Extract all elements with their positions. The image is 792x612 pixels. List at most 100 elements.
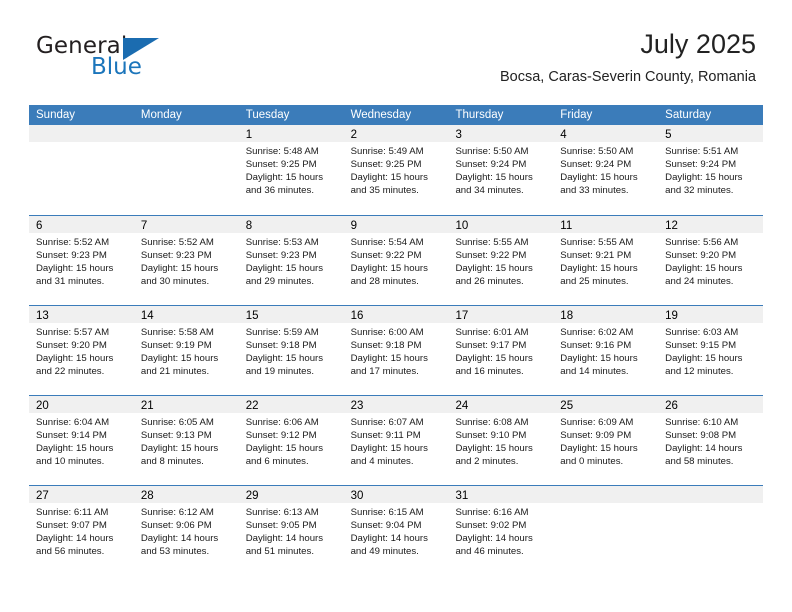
day-sun-info: Sunrise: 5:56 AM Sunset: 9:20 PM Daylight:… [658, 233, 763, 289]
day-sun-info: Sunrise: 6:02 AM Sunset: 9:16 PM Daylight:… [553, 323, 658, 379]
day-number: 2 [350, 129, 357, 141]
day-info-line: Daylight: 15 hours [245, 262, 324, 274]
day-cell-31[interactable]: 31 Sunrise: 6:16 AM Sunset: 9:02 PM Dayligh… [448, 486, 554, 575]
day-cell-18[interactable]: 18 Sunrise: 6:02 AM Sunset: 9:16 PM Dayligh… [553, 306, 659, 395]
day-cell-4[interactable]: 4 Sunrise: 5:50 AM Sunset: 9:24 PM Daylight… [553, 125, 659, 215]
day-cell-11[interactable]: 11 Sunrise: 5:55 AM Sunset: 9:21 PM Dayligh… [553, 216, 659, 305]
day-number-band: 14 [133, 306, 239, 323]
day-cell-8[interactable]: 8 Sunrise: 5:53 AM Sunset: 9:23 PM Daylight… [238, 216, 344, 305]
day-info-line: and 26 minutes. [455, 275, 524, 287]
day-number-band [553, 486, 659, 503]
day-info-line: Daylight: 15 hours [560, 442, 638, 454]
day-number-band: 25 [553, 396, 659, 413]
day-info-line: Sunrise: 5:48 AM [245, 146, 319, 157]
day-number: 27 [36, 490, 49, 502]
day-number-band: 4 [553, 125, 659, 142]
day-cell-16[interactable]: 16 Sunrise: 6:00 AM Sunset: 9:18 PM Dayligh… [343, 306, 449, 395]
day-number-band: 8 [238, 216, 344, 233]
day-number: 26 [665, 400, 678, 412]
day-cell-30[interactable]: 30 Sunrise: 6:15 AM Sunset: 9:04 PM Dayligh… [343, 486, 449, 575]
day-cell-5[interactable]: 5 Sunrise: 5:51 AM Sunset: 9:24 PM Daylight… [658, 125, 764, 215]
weekday-header-friday: Friday [560, 109, 593, 121]
day-number-band: 18 [553, 306, 659, 323]
day-cell-9[interactable]: 9 Sunrise: 5:54 AM Sunset: 9:22 PM Daylight… [343, 216, 449, 305]
logo-blue-text: Blue [91, 54, 142, 80]
day-info-line: and 4 minutes. [350, 455, 414, 467]
day-number: 29 [245, 490, 259, 502]
day-number-band [29, 125, 134, 142]
day-info-line: Sunset: 9:21 PM [560, 249, 632, 261]
day-cell-13[interactable]: 13 Sunrise: 5:57 AM Sunset: 9:20 PM Dayligh… [29, 306, 134, 395]
day-cell-20[interactable]: 20 Sunrise: 6:04 AM Sunset: 9:14 PM Dayligh… [29, 396, 134, 485]
day-number: 1 [245, 129, 253, 141]
day-info-line: Sunrise: 6:05 AM [140, 417, 214, 428]
day-info-line: and 17 minutes. [350, 365, 419, 377]
title-block: July 2025 Bocsa, Caras-Severin County, R… [500, 28, 756, 86]
day-info-line: and 33 minutes. [560, 184, 629, 196]
day-number-band: 1 [238, 125, 344, 142]
day-number-band: 13 [29, 306, 134, 323]
day-number: 10 [455, 220, 469, 232]
day-cell-12[interactable]: 12 Sunrise: 5:56 AM Sunset: 9:20 PM Dayligh… [658, 216, 764, 305]
day-info-line: Daylight: 15 hours [455, 171, 533, 183]
day-number-band: 10 [448, 216, 554, 233]
day-number: 19 [665, 310, 678, 322]
weekday-header-monday: Monday [140, 109, 182, 121]
day-cell-25[interactable]: 25 Sunrise: 6:09 AM Sunset: 9:09 PM Dayligh… [553, 396, 659, 485]
day-sun-info: Sunrise: 6:09 AM Sunset: 9:09 PM Daylight:… [553, 413, 658, 469]
day-info-line: Sunrise: 5:50 AM [455, 146, 529, 157]
day-cell-6[interactable]: 6 Sunrise: 5:52 AM Sunset: 9:23 PM Daylight… [29, 216, 134, 305]
day-number-band [658, 486, 764, 503]
day-info-line: Daylight: 15 hours [350, 442, 428, 454]
day-info-line: Sunrise: 6:16 AM [455, 507, 529, 518]
day-number-band: 23 [343, 396, 449, 413]
weekday-header-tuesday: Tuesday [245, 109, 290, 121]
day-info-line: Daylight: 14 hours [350, 532, 428, 544]
day-info-line: Sunrise: 5:55 AM [560, 237, 634, 248]
day-info-line: Sunset: 9:20 PM [36, 339, 107, 351]
day-number-band: 29 [238, 486, 344, 503]
day-cell-24[interactable]: 24 Sunrise: 6:08 AM Sunset: 9:10 PM Dayligh… [448, 396, 554, 485]
day-info-line: and 46 minutes. [455, 545, 524, 557]
day-info-line: and 30 minutes. [140, 275, 210, 287]
day-cell-14[interactable]: 14 Sunrise: 5:58 AM Sunset: 9:19 PM Dayligh… [133, 306, 239, 395]
day-number-band: 3 [448, 125, 554, 142]
day-info-line: and 2 minutes. [455, 455, 519, 467]
day-cell-7[interactable]: 7 Sunrise: 5:52 AM Sunset: 9:23 PM Daylight… [133, 216, 239, 305]
day-cell-22[interactable]: 22 Sunrise: 6:06 AM Sunset: 9:12 PM Dayligh… [238, 396, 344, 485]
day-cell-28[interactable]: 28 Sunrise: 6:12 AM Sunset: 9:06 PM Dayligh… [133, 486, 239, 575]
day-cell-23[interactable]: 23 Sunrise: 6:07 AM Sunset: 9:11 PM Dayligh… [343, 396, 449, 485]
day-info-line: Sunset: 9:09 PM [560, 429, 632, 441]
day-info-line: Daylight: 15 hours [140, 442, 219, 454]
day-cell-15[interactable]: 15 Sunrise: 5:59 AM Sunset: 9:18 PM Dayligh… [238, 306, 344, 395]
day-info-line: Sunset: 9:15 PM [665, 339, 737, 351]
day-cell-10[interactable]: 10 Sunrise: 5:55 AM Sunset: 9:22 PM Dayligh… [448, 216, 554, 305]
weekday-header-sunday: Sunday [36, 109, 76, 121]
day-info-line: Daylight: 15 hours [350, 171, 428, 183]
page-subtitle: Bocsa, Caras-Severin County, Romania [499, 69, 756, 85]
day-info-line: Sunset: 9:23 PM [245, 249, 317, 261]
calendar-grid: Sunday Monday Tuesday Wednesday Thursday Frid… [29, 105, 764, 575]
day-cell-27[interactable]: 27 Sunrise: 6:11 AM Sunset: 9:07 PM Dayligh… [29, 486, 134, 575]
day-cell-2[interactable]: 2 Sunrise: 5:49 AM Sunset: 9:25 PM Daylight… [343, 125, 449, 215]
day-cell-empty [29, 125, 134, 215]
day-cell-21[interactable]: 21 Sunrise: 6:05 AM Sunset: 9:13 PM Dayligh… [133, 396, 239, 485]
day-cell-17[interactable]: 17 Sunrise: 6:01 AM Sunset: 9:17 PM Dayligh… [448, 306, 554, 395]
day-info-line: Daylight: 15 hours [245, 352, 324, 364]
day-cell-1[interactable]: 1 Sunrise: 5:48 AM Sunset: 9:25 PM Daylight… [238, 125, 344, 215]
day-info-line: Daylight: 15 hours [36, 442, 114, 454]
day-cell-26[interactable]: 26 Sunrise: 6:10 AM Sunset: 9:08 PM Dayligh… [658, 396, 764, 485]
day-info-line: Sunrise: 5:59 AM [245, 327, 319, 338]
day-cell-29[interactable]: 29 Sunrise: 6:13 AM Sunset: 9:05 PM Dayligh… [238, 486, 344, 575]
day-info-line: and 29 minutes. [245, 275, 314, 287]
day-number-band: 2 [343, 125, 449, 142]
day-info-line: Sunrise: 5:51 AM [665, 146, 739, 157]
day-cell-19[interactable]: 19 Sunrise: 6:03 AM Sunset: 9:15 PM Dayligh… [658, 306, 764, 395]
day-number: 23 [350, 400, 364, 412]
day-info-line: Sunset: 9:11 PM [350, 429, 421, 441]
day-info-line: and 21 minutes. [140, 365, 210, 377]
day-cell-3[interactable]: 3 Sunrise: 5:50 AM Sunset: 9:24 PM Daylight… [448, 125, 554, 215]
day-info-line: and 8 minutes. [140, 455, 204, 467]
day-number: 31 [455, 490, 469, 502]
day-sun-info: Sunrise: 5:55 AM Sunset: 9:22 PM Daylight:… [448, 233, 553, 289]
